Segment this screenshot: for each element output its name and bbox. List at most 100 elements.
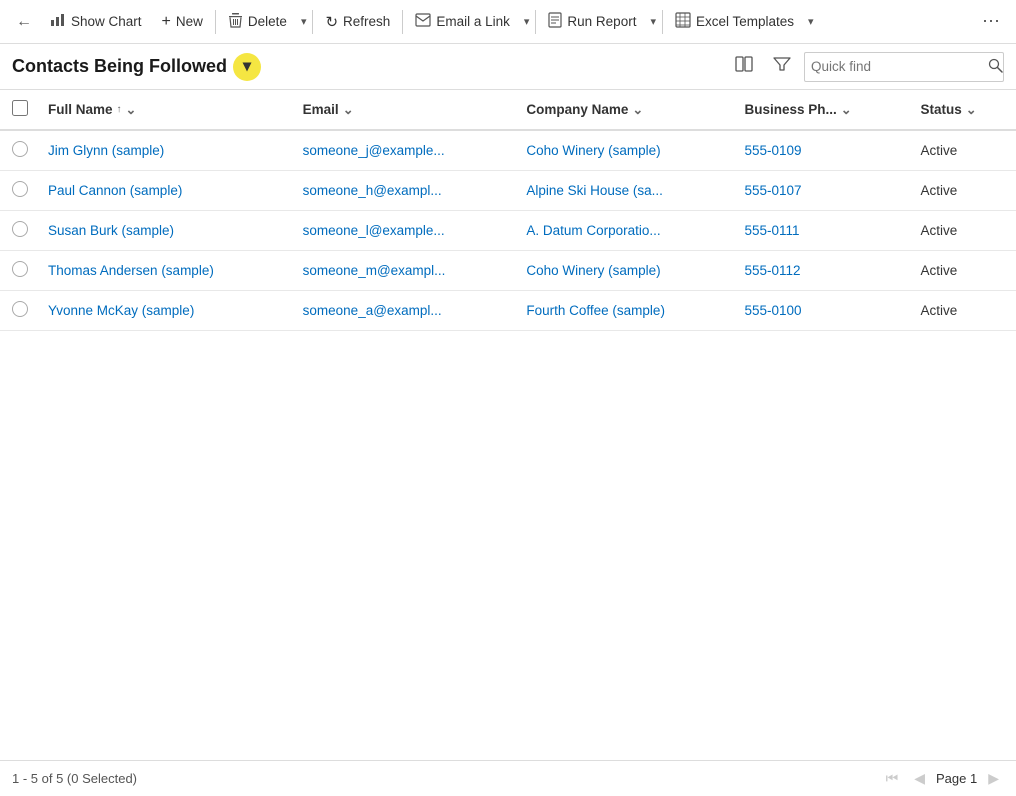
table-row: Susan Burk (sample) someone_l@example...… [0, 211, 1016, 251]
header-company: Company Name [514, 90, 732, 130]
row-email: someone_l@example... [291, 211, 515, 251]
delete-button[interactable]: Delete [218, 6, 297, 37]
filter-button[interactable] [766, 51, 798, 83]
email-dropdown-button[interactable]: ▾ [520, 9, 534, 34]
header-phone: Business Ph... [732, 90, 908, 130]
fullname-link[interactable]: Yvonne McKay (sample) [48, 303, 194, 318]
email-link[interactable]: someone_h@exampl... [303, 183, 442, 198]
view-title-dropdown-button[interactable]: ▾ [233, 53, 261, 81]
email-link-button[interactable]: Email a Link [405, 7, 520, 36]
table-row: Yvonne McKay (sample) someone_a@exampl..… [0, 291, 1016, 331]
table-row: Thomas Andersen (sample) someone_m@examp… [0, 251, 1016, 291]
phone-sort-dropdown-icon[interactable] [841, 102, 852, 118]
fullname-link[interactable]: Thomas Andersen (sample) [48, 263, 214, 278]
phone-link[interactable]: 555-0107 [744, 183, 801, 198]
email-link[interactable]: someone_m@exampl... [303, 263, 446, 278]
table-container: Full Name Email Company Name [0, 90, 1016, 760]
more-options-icon: ⋯ [982, 11, 1000, 31]
email-link[interactable]: someone_l@example... [303, 223, 445, 238]
row-fullname: Susan Burk (sample) [36, 211, 291, 251]
row-company: Coho Winery (sample) [514, 130, 732, 171]
filter-icon [773, 56, 791, 77]
run-report-label: Run Report [567, 14, 636, 29]
email-link[interactable]: someone_a@exampl... [303, 303, 442, 318]
separator-5 [662, 10, 663, 34]
row-checkbox-cell [0, 171, 36, 211]
phone-link[interactable]: 555-0112 [744, 263, 800, 278]
header-fullname: Full Name [36, 90, 291, 130]
back-button[interactable]: ← [8, 7, 40, 37]
status-sort-dropdown-icon[interactable] [966, 102, 977, 118]
sort-asc-icon[interactable] [117, 104, 122, 115]
separator-3 [402, 10, 403, 34]
next-page-button[interactable]: ▶ [983, 768, 1004, 789]
header-fullname-label: Full Name [48, 102, 113, 117]
phone-link[interactable]: 555-0109 [744, 143, 801, 158]
company-sort-dropdown-icon[interactable] [632, 102, 643, 118]
row-fullname: Jim Glynn (sample) [36, 130, 291, 171]
row-email: someone_h@exampl... [291, 171, 515, 211]
email-sort-dropdown-icon[interactable] [343, 102, 354, 118]
refresh-button[interactable]: ↻ Refresh [315, 7, 400, 37]
row-select-checkbox[interactable] [12, 141, 28, 157]
search-icon[interactable] [988, 58, 1003, 76]
table-body: Jim Glynn (sample) someone_j@example... … [0, 130, 1016, 331]
excel-templates-button[interactable]: Excel Templates [665, 6, 804, 37]
row-phone: 555-0100 [732, 291, 908, 331]
column-layout-icon [735, 56, 753, 77]
more-options-button[interactable]: ⋯ [974, 5, 1008, 38]
row-phone: 555-0112 [732, 251, 908, 291]
company-link[interactable]: A. Datum Corporatio... [526, 223, 660, 238]
fullname-link[interactable]: Susan Burk (sample) [48, 223, 174, 238]
company-link[interactable]: Fourth Coffee (sample) [526, 303, 665, 318]
fullname-sort-dropdown-icon[interactable] [126, 102, 137, 118]
delete-dropdown-button[interactable]: ▾ [297, 9, 311, 34]
first-page-icon: ⏮ [886, 770, 899, 786]
row-company: Coho Winery (sample) [514, 251, 732, 291]
company-link[interactable]: Coho Winery (sample) [526, 263, 660, 278]
first-page-button[interactable]: ⏮ [881, 768, 904, 789]
fullname-link[interactable]: Paul Cannon (sample) [48, 183, 182, 198]
company-link[interactable]: Coho Winery (sample) [526, 143, 660, 158]
separator-1 [215, 10, 216, 34]
row-email: someone_j@example... [291, 130, 515, 171]
run-report-icon [548, 12, 562, 31]
new-button[interactable]: + New [152, 7, 213, 37]
fullname-link[interactable]: Jim Glynn (sample) [48, 143, 164, 158]
row-select-checkbox[interactable] [12, 301, 28, 317]
toolbar: ← Show Chart + New Delete [0, 0, 1016, 44]
column-layout-button[interactable] [728, 51, 760, 83]
run-report-button[interactable]: Run Report [538, 6, 646, 37]
row-select-checkbox[interactable] [12, 261, 28, 277]
table-header: Full Name Email Company Name [0, 90, 1016, 130]
select-all-checkbox[interactable] [12, 100, 28, 116]
back-icon: ← [16, 13, 32, 31]
email-link[interactable]: someone_j@example... [303, 143, 445, 158]
email-link-icon [415, 13, 431, 30]
header-email-label: Email [303, 102, 339, 117]
row-select-checkbox[interactable] [12, 221, 28, 237]
prev-page-button[interactable]: ◀ [909, 768, 930, 789]
delete-icon [228, 12, 243, 31]
row-select-checkbox[interactable] [12, 181, 28, 197]
row-fullname: Paul Cannon (sample) [36, 171, 291, 211]
new-icon: + [162, 13, 171, 31]
prev-page-icon: ◀ [914, 770, 925, 786]
phone-link[interactable]: 555-0111 [744, 223, 799, 238]
phone-link[interactable]: 555-0100 [744, 303, 801, 318]
row-checkbox-cell [0, 130, 36, 171]
row-company: Fourth Coffee (sample) [514, 291, 732, 331]
show-chart-label: Show Chart [71, 14, 142, 29]
row-checkbox-cell [0, 291, 36, 331]
run-report-dropdown-button[interactable]: ▾ [646, 9, 660, 34]
company-link[interactable]: Alpine Ski House (sa... [526, 183, 663, 198]
excel-dropdown-button[interactable]: ▾ [804, 9, 818, 34]
row-phone: 555-0107 [732, 171, 908, 211]
separator-2 [312, 10, 313, 34]
show-chart-button[interactable]: Show Chart [40, 6, 152, 37]
quick-find-input[interactable] [811, 59, 988, 74]
chevron-down-icon: ▾ [243, 59, 251, 75]
row-checkbox-cell [0, 211, 36, 251]
row-status: Active [908, 171, 1016, 211]
quick-find-wrapper [804, 52, 1004, 82]
